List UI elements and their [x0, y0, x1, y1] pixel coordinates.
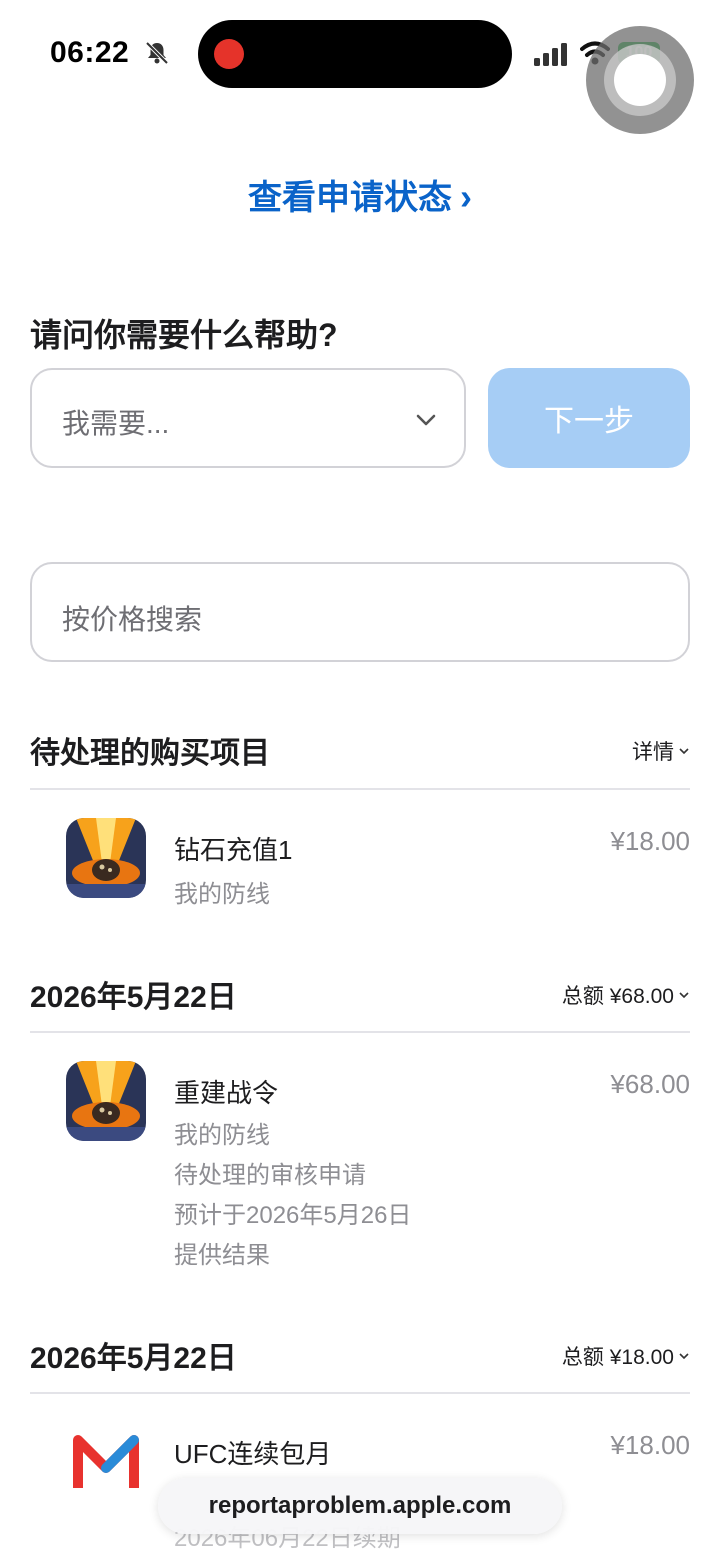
item-name: 钻石充值1 — [174, 835, 293, 865]
assistive-touch-center — [614, 54, 666, 106]
bell-slash-icon — [145, 41, 169, 65]
status-time: 06:22 — [50, 36, 130, 69]
item-status: 预计于2026年5月26日 — [174, 1202, 412, 1229]
migu-app-icon — [66, 1422, 146, 1502]
divider — [30, 788, 690, 790]
item-status: 提供结果 — [174, 1242, 270, 1269]
search-placeholder: 按价格搜索 — [62, 604, 203, 635]
divider — [30, 1392, 690, 1394]
dynamic-island — [198, 20, 512, 88]
pending-purchases-title: 待处理的购买项目 — [30, 737, 270, 770]
divider — [30, 1031, 690, 1033]
help-type-select[interactable]: 我需要... — [30, 368, 466, 468]
details-label: 详情 — [632, 741, 674, 764]
purchase-date: 2026年5月22日 — [30, 981, 237, 1014]
item-price: ¥18.00 — [610, 1430, 690, 1460]
purchase-item[interactable]: 钻石充值1 ¥18.00 我的防线 — [30, 818, 690, 918]
next-button[interactable]: 下一步 — [488, 368, 690, 468]
recording-indicator — [214, 39, 244, 69]
select-placeholder: 我需要... — [62, 408, 170, 439]
view-status-label: 查看申请状态 — [248, 179, 452, 217]
item-name: UFC连续包月 — [174, 1439, 332, 1469]
item-name: 重建战令 — [174, 1078, 279, 1108]
details-toggle[interactable]: 详情 — [632, 736, 690, 766]
assistive-touch-icon[interactable] — [586, 26, 694, 134]
status-bar: 06:22 100 — [0, 0, 720, 134]
view-request-status-link[interactable]: 查看申请状态 › — [0, 170, 720, 219]
signal-icon — [534, 43, 567, 66]
total-amount: 总额 ¥18.00 — [561, 1346, 674, 1369]
chevron-down-icon — [679, 1353, 689, 1360]
game-app-icon — [66, 1061, 146, 1141]
purchase-date-header: 2026年5月22日 总额 ¥68.00 — [30, 972, 690, 1014]
total-amount: 总额 ¥68.00 — [561, 985, 674, 1008]
pending-purchases-header: 待处理的购买项目 详情 — [30, 728, 690, 770]
purchase-date: 2026年5月22日 — [30, 1342, 237, 1375]
item-status: 待处理的审核申请 — [174, 1162, 366, 1189]
help-title: 请问你需要什么帮助? — [30, 317, 338, 353]
url-bar[interactable]: reportaproblem.apple.com — [158, 1478, 562, 1534]
purchase-date-header: 2026年5月22日 总额 ¥18.00 — [30, 1333, 690, 1375]
item-app: 我的防线 — [174, 1122, 270, 1149]
game-app-icon — [66, 818, 146, 898]
item-price: ¥18.00 — [610, 826, 690, 856]
item-app: 我的防线 — [174, 881, 270, 908]
chevron-down-icon — [416, 414, 436, 426]
price-search-input[interactable]: 按价格搜索 — [30, 562, 690, 662]
item-price: ¥68.00 — [610, 1069, 690, 1099]
chevron-right-icon: › — [460, 176, 472, 217]
chevron-down-icon — [679, 992, 689, 999]
total-toggle[interactable]: 总额 ¥18.00 — [562, 1341, 690, 1371]
purchase-item[interactable]: 重建战令 ¥68.00 我的防线 待处理的审核申请 预计于2026年5月26日 … — [30, 1061, 690, 1271]
chevron-down-icon — [679, 748, 689, 755]
total-toggle[interactable]: 总额 ¥68.00 — [562, 980, 690, 1010]
